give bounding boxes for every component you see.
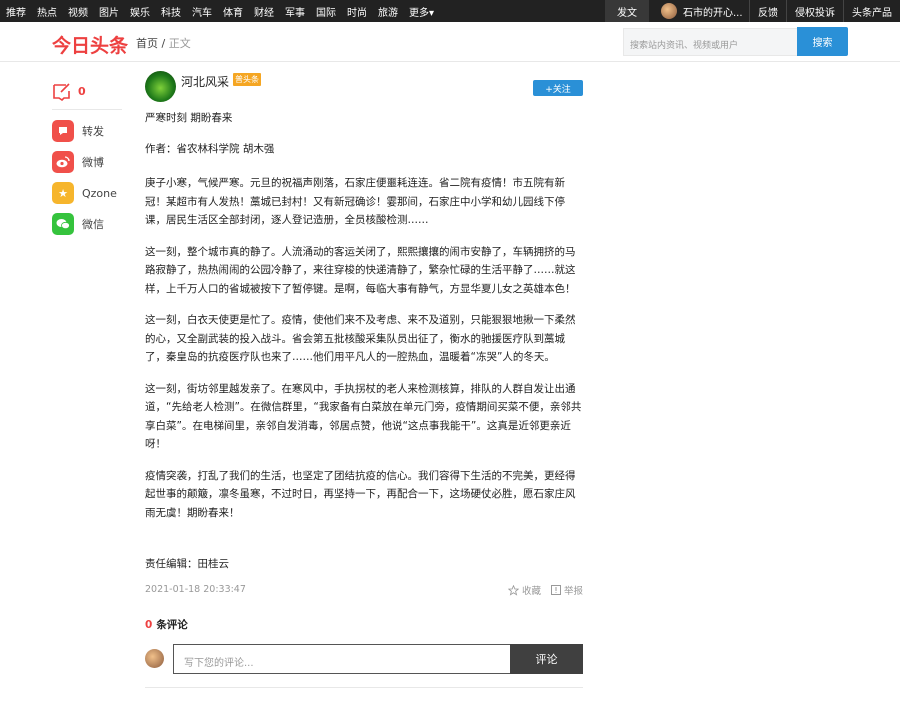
divider	[145, 687, 583, 688]
report-button[interactable]: 举报	[550, 583, 583, 597]
star-icon	[507, 584, 519, 596]
nav-item-entertainment[interactable]: 娱乐	[130, 4, 150, 19]
comment-count: 0	[78, 85, 86, 98]
products-link[interactable]: 头条产品	[844, 4, 900, 19]
article-paragraph: 这一刻，街坊邻里越发亲了。在寒风中，手执拐杖的老人来检测核算，排队的人群自发让出…	[145, 382, 582, 451]
nav-item-tech[interactable]: 科技	[161, 4, 181, 19]
share-wechat-label: 微信	[82, 218, 104, 231]
article: 河北风采 普头条 +关注 严寒时刻 期盼春来 作者：省农林科学院 胡木强 庚子小…	[145, 70, 583, 688]
author-row: 河北风采 普头条 +关注	[145, 70, 583, 106]
article-paragraph: 庚子小寒，气候严寒。元旦的祝福声刚落，石家庄便噩耗连连。省二院有疫情！市五院有新…	[145, 177, 565, 226]
article-meta: 2021-01-18 20:33:47 收藏 举报	[145, 581, 583, 599]
comments-title: 条评论	[156, 619, 188, 631]
share-rail: 0 转发 微博 ★ Qzone 微信	[52, 82, 122, 244]
publish-time: 2021-01-18 20:33:47	[145, 584, 246, 595]
wechat-icon	[52, 213, 74, 235]
article-paragraph: 这一刻，整个城市真的静了。人流涌动的客运关闭了，熙熙攘攘的闹市安静了，车辆拥挤的…	[145, 245, 576, 295]
nav-item-fashion[interactable]: 时尚	[347, 4, 367, 19]
nav-item-image[interactable]: 图片	[99, 4, 119, 19]
comments-count: 0	[145, 618, 153, 631]
top-right-actions: 发文 石市的开心... 反馈 侵权投诉 头条产品	[605, 0, 900, 22]
search-input[interactable]: 搜索站内资讯、视频或用户	[623, 28, 797, 56]
qzone-icon: ★	[52, 182, 74, 204]
weibo-icon	[52, 151, 74, 173]
responsible-editor: 责任编辑：田桂云	[145, 558, 229, 570]
share-forward[interactable]: 转发	[52, 120, 122, 142]
page-header: 今日头条 首页 / 正文 搜索站内资讯、视频或用户 搜索	[0, 22, 900, 62]
favorite-label: 收藏	[521, 586, 541, 597]
follow-button[interactable]: +关注	[533, 80, 583, 96]
author-badge: 普头条	[233, 73, 261, 86]
user-avatar	[145, 649, 164, 668]
feedback-link[interactable]: 反馈	[750, 4, 786, 19]
share-weibo[interactable]: 微博	[52, 151, 122, 173]
breadcrumb: 首页 / 正文	[136, 35, 191, 51]
report-icon	[550, 585, 561, 595]
article-byline: 作者：省农林科学院 胡木强	[145, 142, 275, 155]
favorite-button[interactable]: 收藏	[507, 583, 541, 597]
nav-item-finance[interactable]: 财经	[254, 4, 274, 19]
author-name[interactable]: 河北风采	[181, 73, 229, 90]
share-qzone[interactable]: ★ Qzone	[52, 182, 122, 204]
author-avatar[interactable]	[145, 71, 176, 102]
comment-counter[interactable]: 0	[52, 82, 122, 110]
article-actions: 收藏 举报	[504, 583, 583, 597]
comment-form: 写下您的评论... 评论	[145, 644, 583, 674]
submit-comment-button[interactable]: 评论	[510, 644, 583, 674]
forward-icon	[52, 120, 74, 142]
complaint-link[interactable]: 侵权投诉	[787, 4, 843, 19]
channel-nav: 推荐 热点 视频 图片 娱乐 科技 汽车 体育 财经 军事 国际 时尚 旅游 更…	[6, 0, 445, 22]
nav-item-travel[interactable]: 旅游	[378, 4, 398, 19]
nav-item-more[interactable]: 更多▾	[409, 4, 434, 19]
nav-item-auto[interactable]: 汽车	[192, 4, 212, 19]
nav-item-recommend[interactable]: 推荐	[6, 4, 26, 19]
article-paragraph: 疫情突袭，打乱了我们的生活，也坚定了团结抗疫的信心。我们容得下生活的不完美，更经…	[145, 469, 576, 519]
share-weibo-label: 微博	[82, 156, 104, 169]
breadcrumb-separator: /	[161, 37, 166, 50]
site-logo[interactable]: 今日头条	[52, 31, 128, 58]
share-qzone-label: Qzone	[82, 186, 117, 200]
nav-item-world[interactable]: 国际	[316, 4, 336, 19]
search-button[interactable]: 搜索	[797, 27, 848, 56]
article-paragraph: 这一刻，白衣天使更是忙了。疫情，使他们来不及考虑、来不及道别，只能狠狠地揪一下柔…	[145, 314, 576, 363]
post-button[interactable]: 发文	[605, 0, 649, 22]
breadcrumb-current: 正文	[168, 37, 191, 50]
user-avatar	[661, 3, 677, 19]
comment-icon	[53, 82, 70, 101]
breadcrumb-home[interactable]: 首页	[136, 37, 158, 50]
report-label: 举报	[563, 586, 583, 597]
share-forward-label: 转发	[82, 125, 104, 138]
username: 石市的开心...	[683, 7, 743, 19]
nav-item-sports[interactable]: 体育	[223, 4, 243, 19]
nav-item-hot[interactable]: 热点	[37, 4, 57, 19]
nav-item-video[interactable]: 视频	[68, 4, 88, 19]
nav-item-military[interactable]: 军事	[285, 4, 305, 19]
comments-header: 0 条评论	[145, 617, 583, 632]
share-wechat[interactable]: 微信	[52, 213, 122, 235]
article-subtitle: 严寒时刻 期盼春来	[145, 112, 233, 124]
comment-input[interactable]: 写下您的评论...	[173, 644, 510, 674]
top-nav-bar: 推荐 热点 视频 图片 娱乐 科技 汽车 体育 财经 军事 国际 时尚 旅游 更…	[0, 0, 900, 22]
user-menu[interactable]: 石市的开心...	[649, 3, 749, 19]
